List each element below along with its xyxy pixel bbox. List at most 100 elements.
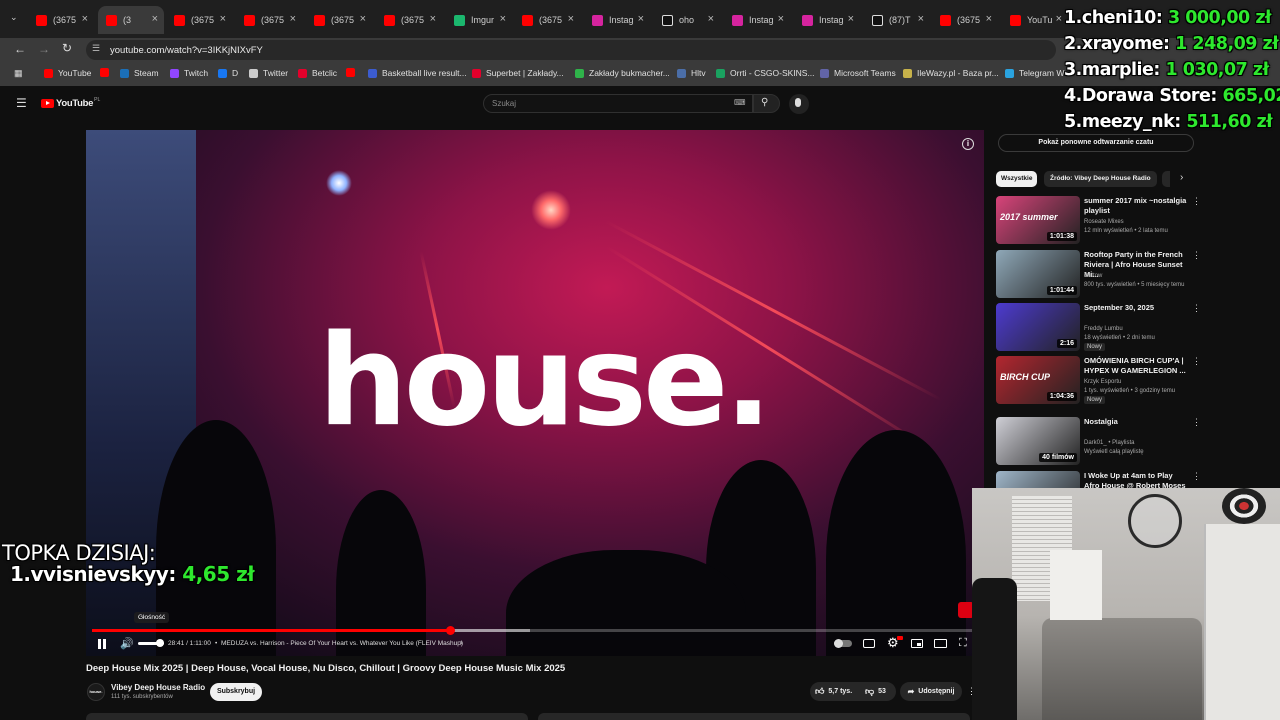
browser-tab[interactable]: oho × [654, 6, 720, 34]
tab-close-icon[interactable]: × [708, 13, 714, 25]
bookmark-item[interactable]: D [218, 68, 238, 78]
info-icon[interactable]: i [962, 138, 974, 150]
more-options-icon[interactable]: ⋮ [1192, 250, 1201, 261]
recommendation-thumbnail[interactable]: BIRCH CUP 1:04:36 [996, 356, 1080, 404]
recommendation-thumbnail[interactable]: 2017 summer 1:01:38 [996, 196, 1080, 244]
browser-tab[interactable]: Instag × [794, 6, 860, 34]
keyboard-icon[interactable]: ⌨ [734, 98, 746, 107]
tab-close-icon[interactable]: × [986, 13, 992, 25]
youtube-logo[interactable]: YouTube PL [41, 97, 100, 109]
reload-icon[interactable]: ↻ [62, 41, 72, 55]
more-options-icon[interactable]: ⋮ [1192, 356, 1201, 367]
recommendation-thumbnail[interactable]: 1:01:44 [996, 250, 1080, 298]
tab-close-icon[interactable]: × [1056, 13, 1062, 25]
recommendation-item[interactable]: BIRCH CUP 1:04:36 OMÓWIENIA BIRCH CUP'A | … [996, 356, 1201, 406]
bookmark-item[interactable]: Betclic [298, 68, 337, 78]
bookmark-item[interactable] [346, 68, 360, 77]
share-button[interactable]: ➦ Udostępnij [900, 682, 962, 701]
back-icon[interactable]: ← [14, 42, 26, 56]
recommendation-title[interactable]: summer 2017 mix ~nostalgia playlist [1084, 196, 1188, 216]
recommendation-channel[interactable]: Settow [1084, 272, 1194, 281]
recommendation-item[interactable]: I Woke Up at 4am to Play Afro House @ Ro… [996, 471, 1201, 489]
browser-tab[interactable]: (3675 × [166, 6, 232, 34]
more-options-icon[interactable]: ⋮ [1192, 196, 1201, 207]
more-options-icon[interactable]: ⋮ [1192, 471, 1201, 482]
recommendation-channel[interactable]: Freddy Lumbu [1084, 325, 1194, 334]
bookmark-item[interactable]: Telegram We [1005, 68, 1069, 78]
volume-handle[interactable] [156, 639, 164, 647]
bookmark-item[interactable]: Microsoft Teams [820, 68, 896, 78]
recommendation-item[interactable]: 1:01:44 Rooftop Party in the French Rivie… [996, 250, 1201, 300]
recommendation-title[interactable]: September 30, 2025 [1084, 303, 1188, 313]
tab-close-icon[interactable]: × [500, 13, 506, 25]
voice-search-button[interactable] [789, 94, 809, 114]
browser-tab[interactable]: (3675 × [306, 6, 372, 34]
recommendation-title[interactable]: Nostalgia [1084, 417, 1188, 427]
like-button[interactable]: 👍︎ 5,7 tys. [815, 686, 852, 697]
menu-icon[interactable]: ☰ [16, 96, 27, 110]
bookmark-item[interactable]: IleWazy.pl - Baza pr... [903, 68, 999, 78]
chapter-title[interactable]: MEDUZA vs. Harrison - Piece Of Your Hear… [221, 640, 463, 647]
tab-close-icon[interactable]: × [638, 13, 644, 25]
chapter-chevron-icon[interactable]: › [460, 638, 463, 647]
tab-close-icon[interactable]: × [918, 13, 924, 25]
more-options-icon[interactable]: ⋮ [1192, 417, 1201, 428]
recommendation-thumbnail[interactable]: 2:16 [996, 303, 1080, 351]
channel-name[interactable]: Vibey Deep House Radio [111, 683, 205, 692]
browser-tab[interactable]: (87)T × [864, 6, 930, 34]
autoplay-toggle[interactable] [834, 639, 852, 648]
pause-icon[interactable] [97, 638, 107, 650]
forward-icon[interactable]: → [38, 42, 50, 56]
browser-tab[interactable]: (3675 × [376, 6, 442, 34]
more-options-icon[interactable]: ⋮ [1192, 303, 1201, 314]
channel-avatar[interactable]: house. [87, 683, 105, 701]
browser-tab[interactable]: (3675 × [236, 6, 302, 34]
bookmark-item[interactable]: Twitter [249, 68, 288, 78]
browser-tab[interactable]: Imgur × [446, 6, 512, 34]
chip-more[interactable] [1162, 171, 1170, 187]
site-info-icon[interactable]: ☰ [92, 43, 100, 54]
bookmark-item[interactable]: Basketball live result... [368, 68, 467, 78]
browser-tab[interactable]: Instag × [584, 6, 650, 34]
bookmark-item[interactable]: Steam [120, 68, 159, 78]
tab-search-icon[interactable]: ⌄ [10, 12, 26, 28]
tab-close-icon[interactable]: × [778, 13, 784, 25]
browser-tab[interactable]: (3675 × [28, 6, 94, 34]
bookmark-item[interactable]: YouTube [44, 68, 91, 78]
recommendation-title[interactable]: I Woke Up at 4am to Play Afro House @ Ro… [1084, 471, 1188, 489]
fullscreen-icon[interactable]: ⛶ [959, 637, 967, 650]
tab-close-icon[interactable]: × [82, 13, 88, 25]
subtitles-icon[interactable] [863, 639, 875, 648]
volume-icon[interactable]: 🔊 [120, 637, 134, 650]
recommendation-item[interactable]: 40 filmów Nostalgia Dark01_ • Playlista Wyś… [996, 417, 1201, 467]
tab-close-icon[interactable]: × [568, 13, 574, 25]
bookmark-item[interactable]: Zakłady bukmacher... [575, 68, 670, 78]
recommendation-thumbnail[interactable] [996, 471, 1080, 489]
browser-tab[interactable]: (3675 × [514, 6, 580, 34]
live-chat-replay-button[interactable]: Pokaż ponowne odtwarzanie czatu [998, 134, 1194, 152]
browser-tab[interactable]: (3675 × [932, 6, 998, 34]
progress-scrubber[interactable] [446, 626, 455, 635]
chip-source[interactable]: Źródło: Vibey Deep House Radio [1044, 171, 1157, 187]
bookmark-item[interactable]: Hltv [677, 68, 706, 78]
chips-next-icon[interactable]: › [1180, 172, 1183, 183]
recommendation-item[interactable]: 2017 summer 1:01:38 summer 2017 mix ~nosta… [996, 196, 1201, 246]
browser-tab[interactable]: YouTu × [1002, 6, 1068, 34]
tab-close-icon[interactable]: × [290, 13, 296, 25]
recommendation-title[interactable]: OMÓWIENIA BIRCH CUP'A | HYPEX W GAMERLEG… [1084, 356, 1188, 376]
search-button[interactable]: ⚲ [753, 94, 780, 113]
browser-tab[interactable]: Instag × [724, 6, 790, 34]
tab-close-icon[interactable]: × [220, 13, 226, 25]
address-bar[interactable]: ☰ youtube.com/watch?v=3IKKjNIXvFY [86, 40, 1056, 60]
subscribe-button[interactable]: Subskrybuj [210, 683, 262, 701]
tab-close-icon[interactable]: × [430, 13, 436, 25]
theater-mode-icon[interactable] [934, 639, 947, 648]
bookmark-item[interactable]: Orrti - CSGO-SKINS... [716, 68, 815, 78]
dislike-button[interactable]: 👎︎ 53 [865, 686, 886, 697]
recommendation-channel[interactable]: Roseate Mixes [1084, 218, 1194, 227]
tab-close-icon[interactable]: × [848, 13, 854, 25]
recommendation-channel[interactable]: Krzyk Esportu [1084, 378, 1194, 387]
search-box[interactable]: Szukaj ⌨ [483, 94, 753, 113]
tab-close-icon[interactable]: × [360, 13, 366, 25]
recommendation-item[interactable]: 2:16 September 30, 2025 Freddy Lumbu 18 wyś… [996, 303, 1201, 353]
